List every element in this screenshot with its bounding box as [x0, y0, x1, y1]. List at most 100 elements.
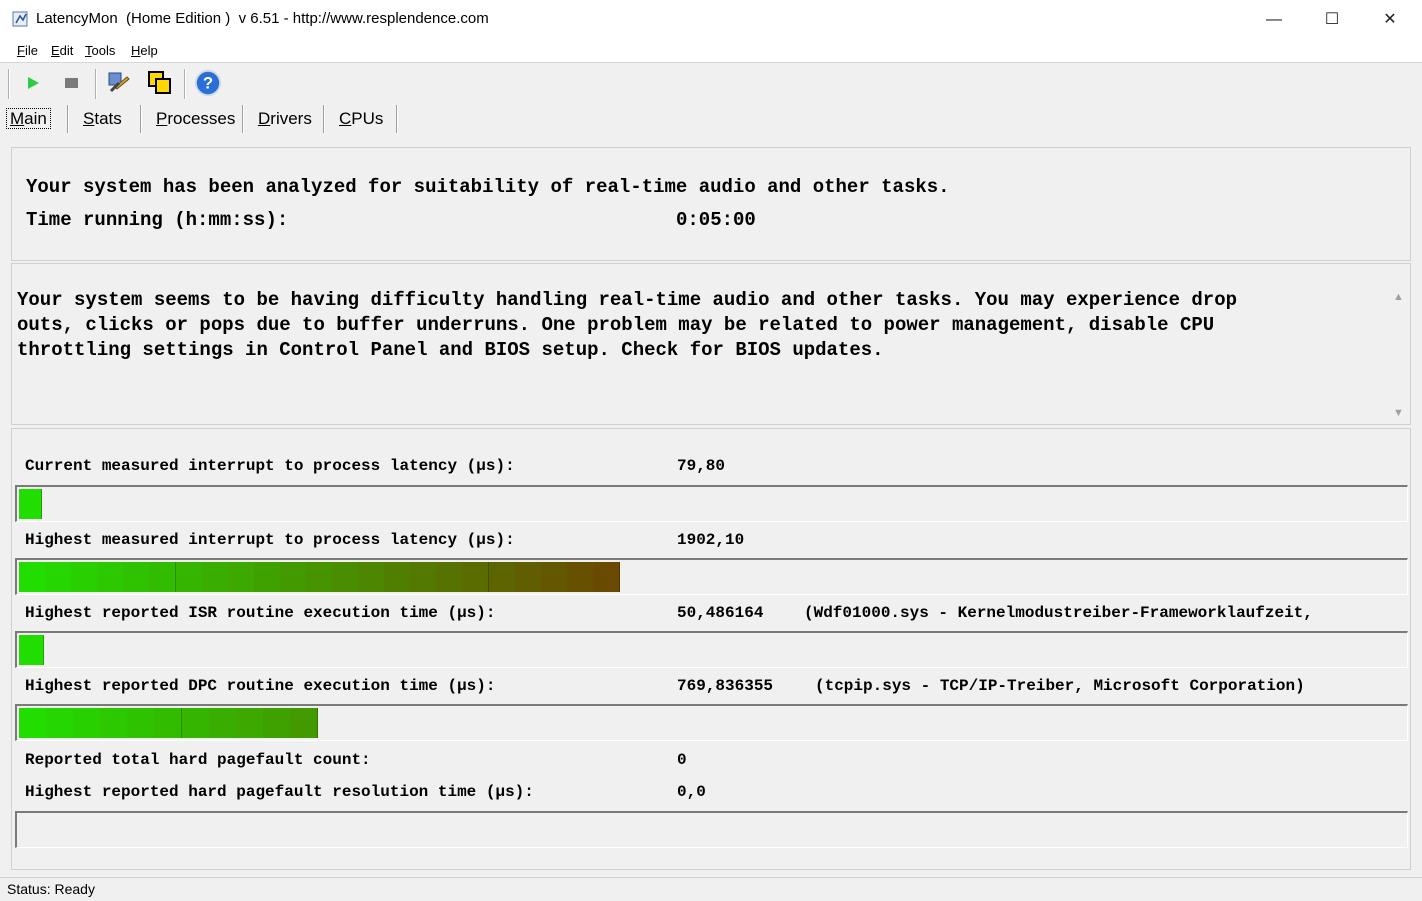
metric-label: Highest reported DPC routine execution t…: [25, 677, 496, 695]
bar-segment: [541, 562, 568, 592]
bar-segment: [358, 562, 385, 592]
close-button[interactable]: ✕: [1361, 0, 1419, 40]
verdict-panel: Your system seems to be having difficult…: [11, 263, 1411, 425]
metric-value: 1902,10: [677, 531, 745, 549]
tab-separator: [140, 105, 142, 133]
pagefault-bar: [15, 811, 1408, 848]
bar-segment: [182, 708, 210, 738]
isr-bar: [15, 631, 1408, 668]
tab-separator: [67, 105, 69, 133]
bar-segment: [97, 562, 124, 592]
bar-segment: [280, 562, 307, 592]
menu-edit[interactable]: Edit: [51, 43, 73, 58]
bar-fill: [19, 635, 44, 665]
pagefault-count-value: 0: [677, 751, 687, 769]
stop-icon: [65, 78, 78, 88]
summary-panel: Your system has been analyzed for suitab…: [11, 147, 1411, 261]
bar-segment: [71, 562, 98, 592]
bar-segment: [209, 708, 237, 738]
pagefault-time-value: 0,0: [677, 783, 706, 801]
bar-segment: [489, 562, 516, 592]
bar-segment: [236, 708, 264, 738]
maximize-button[interactable]: ☐: [1303, 0, 1361, 40]
bar-segment: [290, 708, 318, 738]
help-button[interactable]: ?: [194, 69, 222, 97]
dpc-bar: [15, 704, 1408, 741]
analysis-headline: Your system has been analyzed for suitab…: [26, 176, 950, 198]
tab-separator: [323, 105, 325, 133]
toolbar-separator: [184, 69, 186, 99]
bar-segment: [384, 562, 411, 592]
metric-label: Highest measured interrupt to process la…: [25, 531, 515, 549]
bar-segment: [19, 635, 44, 665]
bar-segment: [176, 562, 203, 592]
minimize-button[interactable]: —: [1245, 0, 1303, 40]
bar-segment: [515, 562, 542, 592]
tab-main[interactable]: Main: [6, 106, 51, 132]
bar-segment: [263, 708, 291, 738]
bar-fill: [19, 708, 318, 738]
metrics-panel: Current measured interrupt to process la…: [11, 428, 1411, 870]
bar-fill: [19, 489, 42, 519]
windows-button[interactable]: [146, 69, 174, 97]
status-bar: Status: Ready: [0, 877, 1422, 901]
bar-segment: [228, 562, 255, 592]
bar-segment: [19, 562, 46, 592]
bar-fill: [19, 562, 620, 592]
toolbar-separator: [95, 69, 97, 99]
app-icon: [12, 11, 28, 27]
metric-value: 79,80: [677, 457, 726, 475]
bar-segment: [202, 562, 229, 592]
bar-segment: [46, 708, 74, 738]
svg-text:?: ?: [203, 74, 213, 93]
tab-cpus[interactable]: CPUs: [339, 106, 383, 132]
stop-button[interactable]: [57, 69, 85, 97]
bar-segment: [462, 562, 489, 592]
bar-segment: [332, 562, 359, 592]
tab-bar: Main Stats Processes Drivers CPUs: [0, 102, 1422, 134]
bar-segment: [254, 562, 281, 592]
verdict-line: throttling settings in Control Panel and…: [17, 339, 884, 361]
bar-segment: [73, 708, 101, 738]
verdict-line: outs, clicks or pops due to buffer under…: [17, 314, 1215, 336]
tab-processes[interactable]: Processes: [156, 106, 235, 132]
bar-segment: [593, 562, 620, 592]
menu-tools[interactable]: Tools: [85, 43, 115, 58]
metric-label: Current measured interrupt to process la…: [25, 457, 515, 475]
metric-detail: (Wdf01000.sys - Kernelmodustreiber-Frame…: [804, 604, 1323, 622]
tab-separator: [242, 105, 244, 133]
tools-button[interactable]: [105, 69, 133, 97]
bar-segment: [436, 562, 463, 592]
bar-segment: [149, 562, 176, 592]
tab-separator: [396, 105, 398, 133]
verdict-line: Your system seems to be having difficult…: [17, 289, 1237, 311]
latency-bar: [15, 558, 1408, 595]
bar-segment: [123, 562, 150, 592]
metric-value: 50,486164: [677, 604, 764, 622]
tools-icon: [108, 72, 130, 93]
scroll-up-arrow[interactable]: ▲: [1393, 291, 1404, 303]
bar-segment: [100, 708, 128, 738]
pagefault-time-label: Highest reported hard pagefault resoluti…: [25, 783, 534, 801]
toolbar: ?: [0, 63, 1422, 103]
scroll-down-arrow[interactable]: ▼: [1393, 407, 1404, 419]
bar-segment: [127, 708, 155, 738]
tab-stats[interactable]: Stats: [83, 106, 122, 132]
latency-bar: [15, 485, 1408, 522]
status-text: Status: Ready: [7, 881, 95, 897]
menu-file[interactable]: File: [17, 43, 38, 58]
metric-value: 769,836355: [677, 677, 774, 695]
metric-detail: (tcpip.sys - TCP/IP-Treiber, Microsoft C…: [815, 677, 1305, 695]
toolbar-grip: [8, 69, 10, 99]
bar-segment: [567, 562, 594, 592]
menu-bar: File Edit Tools Help: [0, 40, 1422, 63]
tab-drivers[interactable]: Drivers: [258, 106, 312, 132]
bar-segment: [19, 708, 47, 738]
start-button[interactable]: [19, 69, 47, 97]
menu-help[interactable]: Help: [131, 43, 158, 58]
bar-segment: [45, 562, 72, 592]
time-running-label: Time running (h:mm:ss):: [26, 209, 289, 231]
bar-segment: [154, 708, 182, 738]
bar-segment: [19, 489, 42, 519]
windows-icon: [148, 71, 171, 94]
